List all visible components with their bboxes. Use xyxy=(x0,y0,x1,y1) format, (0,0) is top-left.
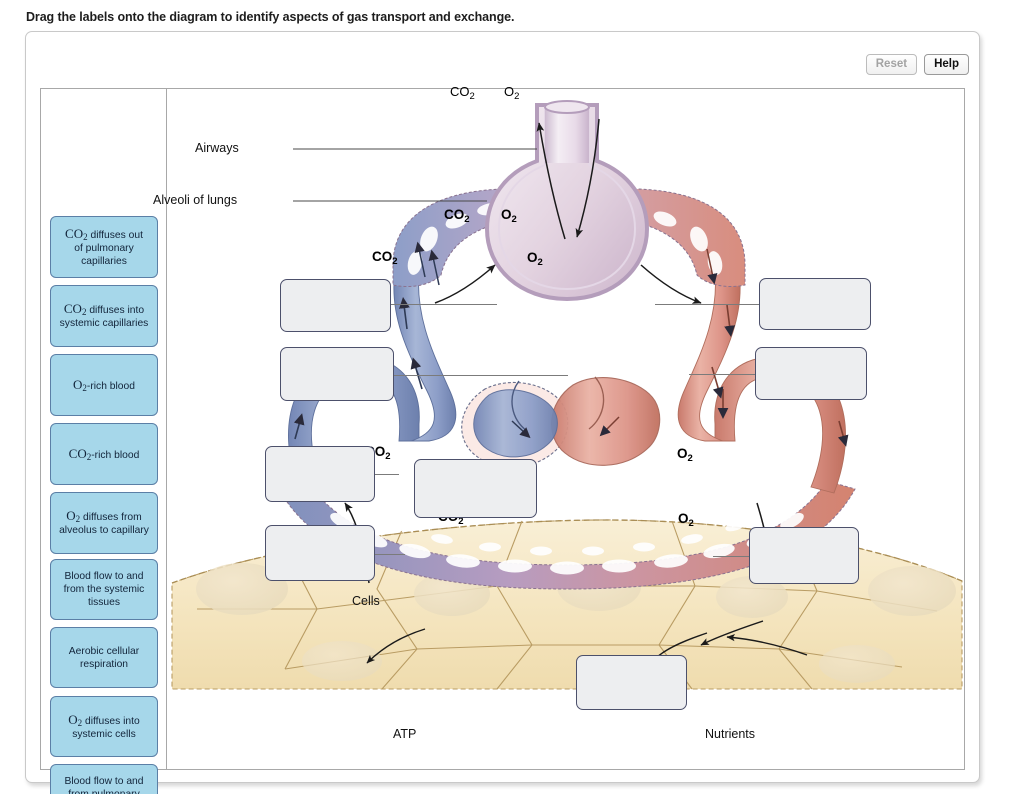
chip-text: systemic capillaries xyxy=(59,318,149,329)
chip-text: from the systemic xyxy=(63,584,145,595)
toolbar: Reset Help xyxy=(865,54,969,75)
chip-text: Aerobic cellular xyxy=(68,645,140,657)
chip-text: of pulmonary xyxy=(74,242,134,254)
chip-line: Blood flow to and xyxy=(64,570,145,583)
leader-lines-art xyxy=(293,148,537,202)
chip-text: diffuses into xyxy=(82,715,140,727)
drop-target-center-heart[interactable] xyxy=(414,459,537,518)
page-root: Drag the labels onto the diagram to iden… xyxy=(0,0,1024,794)
gas-o2-airway-in: O2 xyxy=(504,84,520,102)
chip-line: from pulmonary xyxy=(65,788,144,794)
chip-line: O2 diffuses from xyxy=(59,509,149,524)
drop-target-bottom-right[interactable] xyxy=(749,527,859,584)
chip-line: alveolus to capillary xyxy=(59,524,149,537)
chip-text: diffuses into xyxy=(86,305,145,316)
leader-mid-left xyxy=(394,375,568,376)
chip-text: Blood flow to and xyxy=(64,776,144,787)
chip-text: diffuses from xyxy=(80,512,142,523)
chip-line: O2-rich blood xyxy=(73,378,135,393)
label-bank: CO2 diffuses out of pulmonary capillaries C… xyxy=(41,89,167,794)
chip-line: systemic cells xyxy=(68,728,140,741)
chip-text: from pulmonary xyxy=(68,789,140,794)
chip-text: diffuses out xyxy=(87,229,143,241)
work-area: CO2 diffuses out of pulmonary capillaries C… xyxy=(40,84,965,794)
chip-text: -rich blood xyxy=(86,380,135,392)
chem-formula: CO2 xyxy=(63,301,87,317)
label-chip-o2-alveolus-to-capillary[interactable]: O2 diffuses from alveolus to capillary xyxy=(50,492,158,554)
label-chip-co2-into-systemic[interactable]: CO2 diffuses into systemic capillaries xyxy=(50,285,158,347)
gas-co2-airway-out: CO2 xyxy=(450,84,475,102)
gas-co2-pulm-capillary: CO2 xyxy=(372,249,398,267)
label-chip-aerobic-respiration[interactable]: Aerobic cellular respiration xyxy=(50,627,158,688)
chip-line: respiration xyxy=(69,658,139,671)
chem-formula: O2 xyxy=(68,711,83,728)
drop-target-mid-right[interactable] xyxy=(755,347,867,400)
chip-line: CO2-rich blood xyxy=(69,447,140,462)
label-alveoli-of-lungs: Alveoli of lungs xyxy=(153,193,238,207)
help-button[interactable]: Help xyxy=(924,54,969,75)
chip-line: O2 diffuses into xyxy=(68,713,140,728)
leader-mid-right xyxy=(689,374,755,375)
drop-target-bottom-left[interactable] xyxy=(265,525,375,581)
chip-line: CO2 diffuses into xyxy=(60,302,149,317)
gas-o2-alveolus: O2 xyxy=(501,207,517,225)
label-chip-blood-flow-pulmonary[interactable]: Blood flow to andfrom pulmonarytissue xyxy=(50,764,158,794)
label-atp-pos: ATP xyxy=(393,727,416,741)
label-airways: Airways xyxy=(195,141,239,155)
label-chip-o2-rich-blood[interactable]: O2-rich blood xyxy=(50,354,158,416)
gas-co2-alveolus: CO2 xyxy=(444,207,470,225)
nutrients-text: Nutrients xyxy=(705,727,756,741)
diagram-canvas: Airways Alveoli of lungs Cells ATP Nutri… xyxy=(153,84,964,769)
chip-line: capillaries xyxy=(65,255,143,268)
chip-line: systemic capillaries xyxy=(60,317,149,330)
reset-button[interactable]: Reset xyxy=(865,54,918,75)
drop-target-upper-right[interactable] xyxy=(759,278,871,330)
drop-target-mid-left[interactable] xyxy=(280,347,394,401)
drop-target-cells-center[interactable] xyxy=(576,655,687,710)
chip-text: respiration xyxy=(79,658,129,670)
page-instruction: Drag the labels onto the diagram to iden… xyxy=(26,10,515,24)
gas-exchange-illustration xyxy=(171,100,963,690)
leader-bottom-right xyxy=(713,556,749,557)
chip-text: alveolus to capillary xyxy=(59,525,149,536)
chem-formula: O2 xyxy=(66,508,81,524)
label-cells: Cells xyxy=(352,594,380,608)
gas-o2-pulm-capillary: O2 xyxy=(527,250,543,268)
leader-lower-left xyxy=(375,474,399,475)
label-chip-blood-flow-systemic[interactable]: Blood flow to and from the systemic tissue… xyxy=(50,559,158,620)
chem-formula: CO2 xyxy=(65,225,88,242)
chip-line: Blood flow to and xyxy=(65,775,144,788)
chip-text: capillaries xyxy=(81,255,127,267)
chip-line: from the systemic xyxy=(64,583,145,596)
leader-upper-right xyxy=(655,304,759,305)
leader-upper-left xyxy=(391,304,497,305)
chem-formula: CO2 xyxy=(68,445,92,462)
chip-text: tissues xyxy=(87,597,121,608)
pulmonary-vessels-art xyxy=(393,270,741,442)
chip-text: Blood flow to and xyxy=(64,571,144,582)
alveolus-art xyxy=(434,100,702,304)
chip-line: tissues xyxy=(64,596,145,609)
atp-text: ATP xyxy=(393,727,417,741)
label-chip-co2-out-pulmonary[interactable]: CO2 diffuses out of pulmonary capillaries xyxy=(50,216,158,278)
chip-text: systemic cells xyxy=(72,728,136,740)
chip-line: CO2 diffuses out xyxy=(65,227,143,242)
gas-o2-sys-capillary: O2 xyxy=(677,446,693,464)
drop-target-upper-left[interactable] xyxy=(280,279,391,332)
drop-target-lower-left[interactable] xyxy=(265,446,375,502)
leader-bottom-left xyxy=(375,554,405,555)
label-nutrients-pos: Nutrients xyxy=(705,727,755,741)
heart-art xyxy=(461,376,661,468)
chip-line: of pulmonary xyxy=(65,242,143,255)
systemic-exchange-arrows-art xyxy=(344,502,808,664)
pulmonary-capillary-bed-art xyxy=(392,188,746,288)
chem-formula: O2 xyxy=(73,376,87,393)
gas-o2-cell: O2 xyxy=(678,511,694,529)
chip-line: Aerobic cellular xyxy=(69,645,139,658)
chip-text: -rich blood xyxy=(91,449,140,461)
exercise-panel: Reset Help CO2 diffuses out of pulmonary c… xyxy=(25,31,980,794)
label-chip-co2-rich-blood[interactable]: CO2-rich blood xyxy=(50,423,158,485)
label-chip-o2-into-systemic-cells[interactable]: O2 diffuses into systemic cells xyxy=(50,696,158,757)
